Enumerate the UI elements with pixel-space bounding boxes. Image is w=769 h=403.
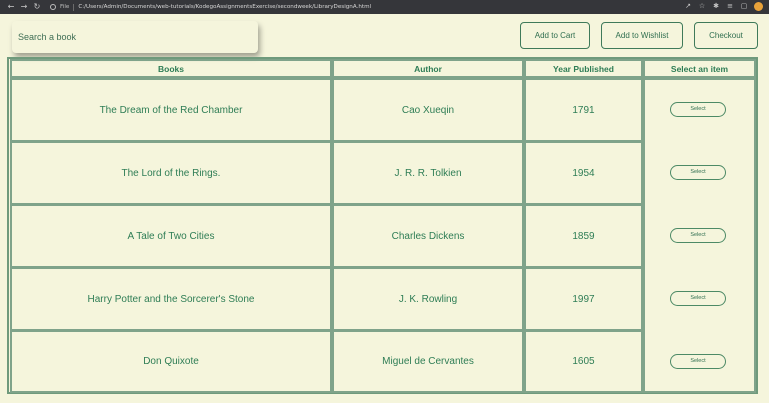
header-select: Select an item xyxy=(643,59,756,78)
select-button[interactable]: Select xyxy=(670,165,726,180)
extensions-icon[interactable]: ✱ xyxy=(712,2,720,11)
checkout-button[interactable]: Checkout xyxy=(694,22,758,49)
divider xyxy=(73,3,75,11)
header-books: Books xyxy=(10,59,332,78)
author-cell: Charles Dickens xyxy=(332,204,524,268)
profile-avatar[interactable] xyxy=(754,2,763,11)
library-page: Add to Cart Add to Wishlist Checkout Boo… xyxy=(0,14,769,403)
info-icon[interactable] xyxy=(50,4,56,10)
header-year: Year Published xyxy=(524,59,643,78)
select-column: Select Select Select Select Select xyxy=(643,78,756,393)
year-cell: 1954 xyxy=(524,141,643,205)
file-scheme-label: File xyxy=(60,4,70,10)
search-input[interactable] xyxy=(12,21,258,53)
book-title-cell: The Dream of the Red Chamber xyxy=(10,78,332,142)
select-button[interactable]: Select xyxy=(670,228,726,243)
browser-toolbar: ← → ↻ File C:/Users/Admin/Documents/web-… xyxy=(0,0,769,14)
author-cell: J. R. R. Tolkien xyxy=(332,141,524,205)
arrow-left-icon[interactable]: ← xyxy=(6,2,16,12)
share-icon[interactable]: ↗ xyxy=(684,2,692,11)
star-icon[interactable]: ☆ xyxy=(698,2,706,11)
media-icon[interactable]: ≡ xyxy=(726,2,734,11)
url-text[interactable]: C:/Users/Admin/Documents/web-tutorials/K… xyxy=(78,4,371,10)
add-to-cart-button[interactable]: Add to Cart xyxy=(520,22,590,49)
books-table: Books Author Year Published Select an it… xyxy=(7,57,758,394)
select-button[interactable]: Select xyxy=(670,102,726,117)
author-cell: J. K. Rowling xyxy=(332,267,524,331)
year-cell: 1791 xyxy=(524,78,643,142)
select-button[interactable]: Select xyxy=(670,354,726,369)
author-cell: Miguel de Cervantes xyxy=(332,330,524,393)
year-cell: 1859 xyxy=(524,204,643,268)
reload-icon[interactable]: ↻ xyxy=(32,2,42,12)
header-author: Author xyxy=(332,59,524,78)
year-cell: 1997 xyxy=(524,267,643,331)
year-cell: 1605 xyxy=(524,330,643,393)
book-title-cell: Harry Potter and the Sorcerer's Stone xyxy=(10,267,332,331)
book-title-cell: Don Quixote xyxy=(10,330,332,393)
select-button[interactable]: Select xyxy=(670,291,726,306)
arrow-right-icon[interactable]: → xyxy=(19,2,29,12)
book-title-cell: A Tale of Two Cities xyxy=(10,204,332,268)
add-to-wishlist-button[interactable]: Add to Wishlist xyxy=(601,22,683,49)
author-cell: Cao Xueqin xyxy=(332,78,524,142)
address-bar[interactable]: File C:/Users/Admin/Documents/web-tutori… xyxy=(50,3,371,11)
book-title-cell: The Lord of the Rings. xyxy=(10,141,332,205)
sidebar-icon[interactable]: ▢ xyxy=(740,2,748,11)
